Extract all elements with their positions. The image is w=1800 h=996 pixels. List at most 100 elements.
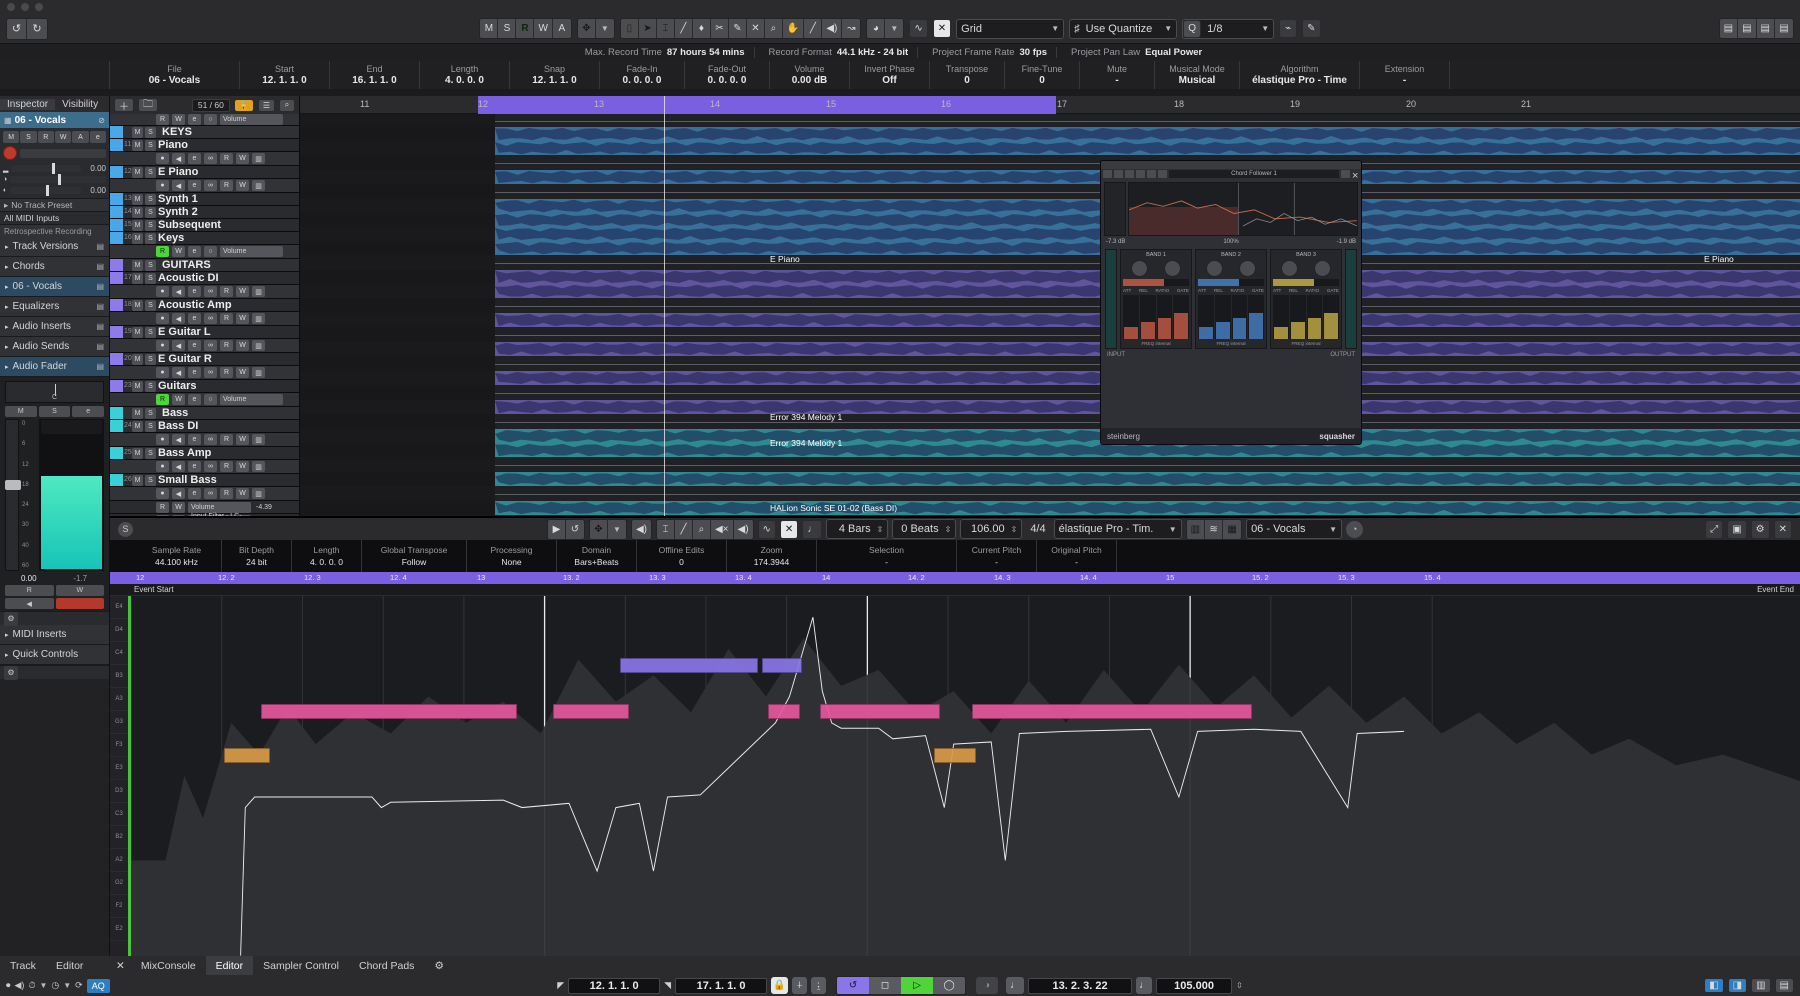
fader-mute-button[interactable]: M (5, 406, 37, 417)
automation-parameter[interactable]: Volume (188, 502, 251, 513)
zone-tab-sampler-control[interactable]: Sampler Control (253, 956, 349, 975)
info-cell[interactable]: Transpose0 (930, 61, 1005, 89)
track-row-synth-2[interactable]: 14MSSynth 2 (110, 206, 299, 219)
track-name[interactable]: Acoustic Amp (158, 299, 232, 311)
track-link-button[interactable]: ∞ (204, 313, 217, 324)
pitch-key-F2[interactable]: F2 (110, 895, 128, 918)
track-mute-button[interactable]: M (132, 194, 143, 205)
track-monitor-button[interactable]: ◀ (172, 180, 185, 191)
editor-tool-speaker-icon[interactable]: ◀) (632, 520, 651, 539)
arrange-lane[interactable] (300, 457, 1800, 472)
editor-loop-icon[interactable]: ↺ (566, 520, 584, 539)
arrange-lane[interactable] (300, 443, 1800, 457)
arrange-lane[interactable] (300, 213, 1800, 227)
track-edit-button[interactable]: e (188, 340, 201, 351)
left-locator-field[interactable]: 12. 1. 1. 0 (568, 978, 660, 994)
retrospective-record-icon[interactable]: ◑ (976, 977, 998, 994)
plugin-slider[interactable] (1140, 295, 1156, 339)
arrange-lane[interactable] (300, 501, 1800, 515)
track-color-strip[interactable] (110, 166, 123, 178)
editor-selection-marker[interactable] (128, 596, 131, 962)
track-record-enable-button[interactable]: ● (156, 313, 169, 324)
pitch-key-G3[interactable]: G3 (110, 711, 128, 734)
track-bypass-button[interactable]: ○ (204, 394, 217, 405)
track-read-button[interactable]: R (220, 367, 233, 378)
volume-slider[interactable] (11, 165, 81, 172)
editor-snap-auto-icon[interactable]: ∿ (758, 520, 776, 539)
plugin-close-icon[interactable]: × (1352, 170, 1359, 178)
color-palette-icon[interactable]: ◕ (867, 19, 885, 38)
track-mute-button[interactable]: M (132, 220, 143, 231)
plugin-band-3[interactable]: BAND 3ATTRELRATIOGATEFREQ internal (1270, 249, 1342, 349)
show-upper-zone-icon[interactable]: ▤ (1757, 19, 1775, 38)
inspector-a-button[interactable]: A (72, 131, 88, 143)
vari-audio-segment[interactable] (553, 704, 629, 719)
pitch-key-C4[interactable]: C4 (110, 642, 128, 665)
auto-quantize-button[interactable]: AQ (87, 979, 110, 993)
plugin-titlebar[interactable] (1101, 161, 1361, 169)
arrange-lane[interactable] (300, 429, 1800, 443)
plugin-preset-menu-icon[interactable] (1341, 170, 1350, 178)
waveform-canvas[interactable] (128, 596, 1800, 962)
track-lanes-button[interactable]: ▥ (252, 313, 265, 324)
tool-mute-icon[interactable]: ✕ (747, 19, 765, 38)
track-name[interactable]: Synth 2 (158, 206, 198, 218)
show-right-zone-icon[interactable]: ▤ (1775, 19, 1793, 38)
track-solo-button[interactable]: S (145, 475, 156, 486)
track-solo-button[interactable]: S (145, 194, 156, 205)
track-write-button[interactable]: W (236, 434, 249, 445)
fader-gear-icon[interactable]: ⚙ (4, 612, 18, 626)
track-link-button[interactable]: ∞ (204, 434, 217, 445)
track-color-strip[interactable] (110, 474, 123, 486)
vari-audio-segment[interactable] (762, 658, 802, 673)
track-row-acoustic-di[interactable]: 17MSAcoustic DI (110, 272, 299, 285)
tool-line-icon[interactable]: ╱ (804, 19, 822, 38)
performance-meter-icon[interactable]: ▥ (1751, 978, 1770, 993)
plugin-power-icon[interactable] (1103, 170, 1112, 178)
arrange-lane[interactable] (300, 241, 1800, 255)
tab-track[interactable]: Track (0, 956, 46, 975)
write-automation-button[interactable]: W (534, 19, 552, 38)
read-automation-button[interactable]: R (516, 19, 534, 38)
right-locator-icon[interactable]: ◥ (664, 980, 671, 991)
track-link-button[interactable]: ∞ (204, 340, 217, 351)
vari-audio-segment[interactable] (934, 748, 976, 763)
track-name[interactable]: Acoustic DI (158, 272, 219, 284)
track-color-strip[interactable] (110, 353, 123, 365)
track-edit-button[interactable]: e (188, 313, 201, 324)
track-mute-button[interactable]: M (132, 233, 143, 244)
pan-control[interactable]: C (5, 381, 104, 403)
track-mute-button[interactable]: M (132, 127, 143, 138)
plugin-knob[interactable] (1239, 260, 1256, 277)
track-row-e-guitar-l[interactable]: 19MSE Guitar L (110, 326, 299, 339)
zone-tab-chord-pads[interactable]: Chord Pads (349, 956, 424, 975)
track-edit-button[interactable]: e (188, 180, 201, 191)
cycle-icon[interactable]: ↺ (837, 977, 869, 994)
track-name[interactable]: Bass DI (158, 420, 198, 432)
fader-prev-button[interactable]: ◀ (5, 598, 54, 609)
arrange-lane[interactable] (300, 199, 1800, 213)
fader-write-button[interactable]: W (56, 585, 105, 596)
info-cell[interactable]: Fade-In0. 0. 0. 0 (600, 61, 685, 89)
window-maximize-button[interactable] (35, 3, 43, 11)
editor-tool-select-icon[interactable]: ✥ (590, 520, 608, 539)
audio-warp-icon[interactable]: ▦ (1223, 520, 1241, 539)
track-lanes-button[interactable]: ▥ (252, 367, 265, 378)
track-name[interactable]: Keys (158, 232, 184, 244)
track-mute-button[interactable]: M (132, 300, 143, 311)
track-edit-icon[interactable]: ⊘ (98, 116, 105, 125)
track-monitor-button[interactable]: ◀ (172, 313, 185, 324)
pitch-key-G2[interactable]: G2 (110, 872, 128, 895)
show-lower-zone-icon[interactable]: ▤ (1738, 19, 1756, 38)
plugin-knob[interactable] (1131, 260, 1148, 277)
arrange-lane[interactable] (300, 486, 1800, 501)
plugin-slider[interactable] (1248, 295, 1264, 339)
arrange-lane[interactable] (300, 170, 1800, 184)
automation-write-button[interactable]: W (172, 502, 185, 513)
info-cell[interactable]: Invert PhaseOff (850, 61, 930, 89)
track-row-acoustic-amp[interactable]: 18MSAcoustic Amp (110, 299, 299, 312)
editor-snap-icon[interactable]: ✕ (780, 520, 798, 539)
track-name[interactable]: E Guitar L (158, 326, 211, 338)
constrain-delay-icon[interactable]: ◧ (1704, 978, 1723, 993)
stop-icon[interactable]: ◻ (869, 977, 901, 994)
